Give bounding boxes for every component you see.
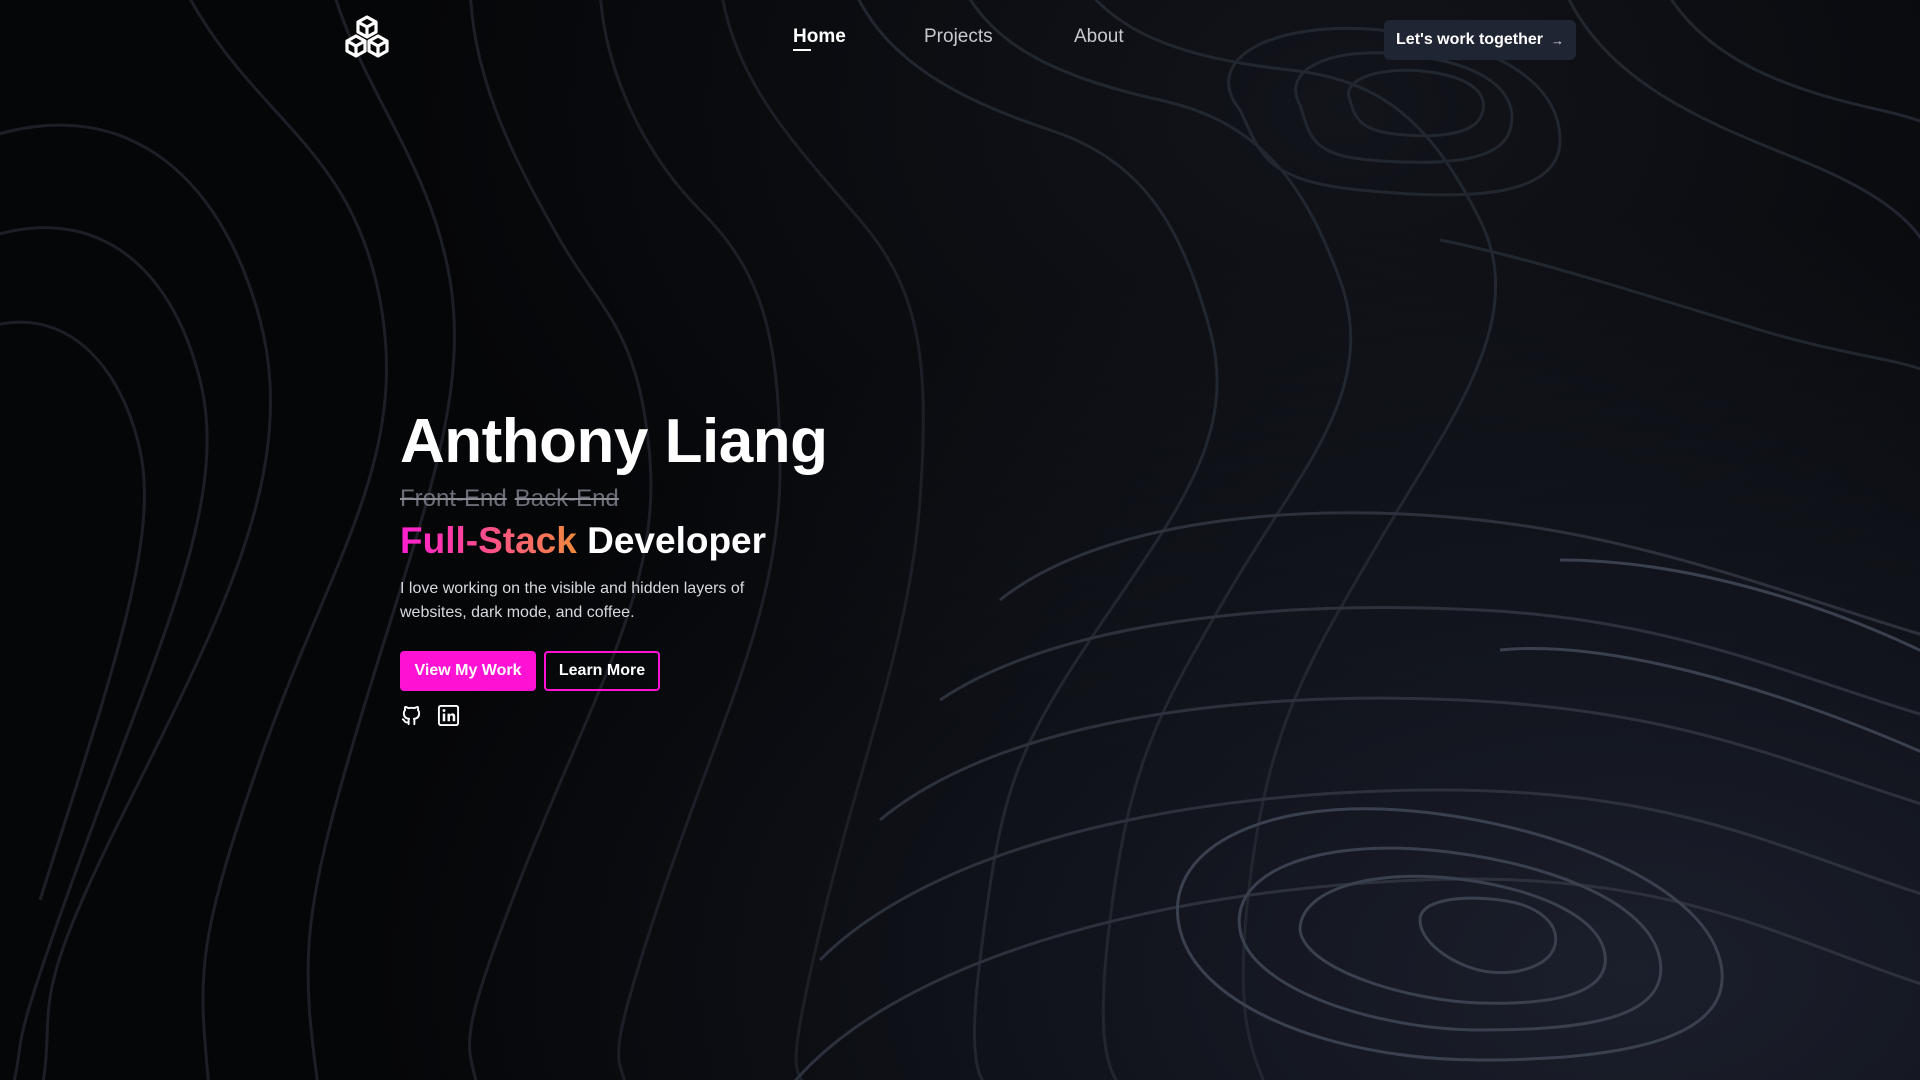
nav-home[interactable]: Home [793, 26, 846, 51]
social-links [400, 704, 1000, 727]
role-highlight: Full-Stack [400, 520, 577, 561]
hero-description: I love working on the visible and hidden… [400, 580, 745, 621]
nav-projects[interactable]: Projects [924, 26, 993, 48]
view-my-work-button[interactable]: View My Work [400, 651, 536, 691]
role-rest: Developer [587, 520, 767, 561]
learn-more-button[interactable]: Learn More [544, 651, 660, 691]
cubes-logo-icon[interactable] [342, 14, 392, 64]
struck-role-frontend: Front-End [400, 485, 507, 512]
arrow-right-icon: → [1550, 32, 1564, 48]
role-title: Full-Stack Developer [400, 519, 1000, 563]
page: Home Projects About Let's work together … [0, 0, 1920, 1080]
lets-work-together-button[interactable]: Let's work together → [1384, 20, 1576, 60]
hero-section: Anthony Liang Front-End Back-End Full-St… [400, 405, 1000, 727]
hero-name: Anthony Liang [400, 407, 828, 476]
nav-about[interactable]: About [1074, 26, 1124, 48]
hero-buttons: View My Work Learn More [400, 651, 1000, 691]
linkedin-icon[interactable] [437, 704, 460, 727]
struck-role-backend: Back-End [514, 485, 619, 512]
struck-roles: Front-End Back-End [400, 485, 1000, 513]
github-icon[interactable] [400, 704, 423, 727]
site-header: Home Projects About Let's work together … [0, 0, 1920, 80]
cta-label: Let's work together [1396, 31, 1543, 48]
